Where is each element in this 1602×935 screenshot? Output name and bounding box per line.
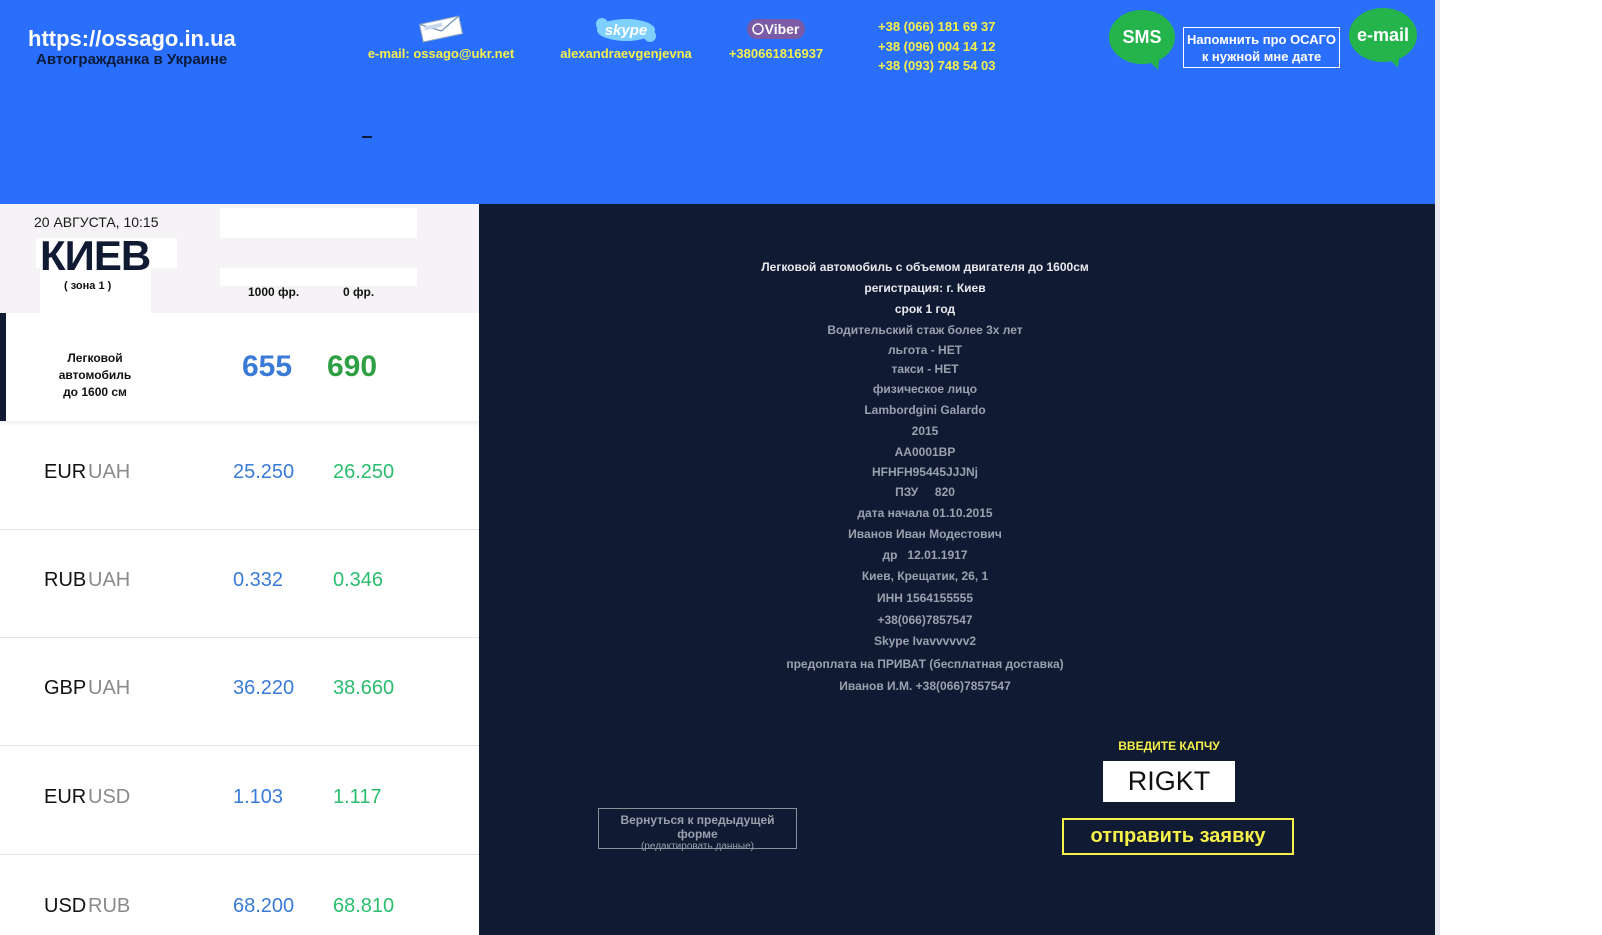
rate-buy: 0.332 [233, 569, 284, 591]
summary-line: HFHFH95445JJJNj [871, 465, 979, 479]
summary-line: регистрация: г. Киев [864, 281, 986, 295]
back-button-label: Вернуться к предыдущей форме [620, 813, 775, 841]
rate-buy: 1.103 [233, 786, 284, 808]
summary-line: физическое лицо [872, 382, 978, 396]
remind-osago-button[interactable]: Напомнить про ОСАГО к нужной мне дате [1183, 27, 1340, 68]
rate-to: UAH [88, 569, 131, 591]
rate-row: USD RUB 68.200 68.810 [0, 855, 479, 935]
phone-number[interactable]: +38 (093) 748 54 03 [878, 56, 995, 76]
header-dash [362, 136, 372, 138]
summary-line: дата начала 01.10.2015 [857, 506, 993, 520]
rate-sell: 1.117 [333, 786, 382, 808]
summary-line: льгота - НЕТ [887, 343, 963, 357]
rate-from: USD [44, 895, 87, 917]
remind-label-line1: Напомнить про ОСАГО [1187, 32, 1336, 47]
rate-buy: 36.220 [233, 677, 295, 699]
rate-sell: 68.810 [333, 895, 395, 917]
rate-to: UAH [88, 677, 131, 699]
car-label-line2: до 1600 см [63, 385, 127, 399]
skype-icon: skype [556, 12, 696, 46]
skype-contact-label: alexandraevgenjevna [560, 46, 692, 61]
city-box-patch [220, 208, 417, 238]
summary-line: Lambordgini Galardo [864, 403, 986, 417]
rate-buy: 68.200 [233, 895, 295, 917]
back-to-form-button[interactable]: Вернуться к предыдущей форме (редактиров… [598, 808, 797, 852]
captcha-image: RIGKT [1103, 761, 1235, 802]
car-label-line1: Легковой автомобиль [58, 351, 132, 382]
rate-from: GBP [44, 677, 87, 699]
viber-icon: Viber [726, 12, 826, 46]
rate-to: USD [88, 786, 131, 808]
rate-sell: 26.250 [333, 461, 395, 483]
captcha-label: ВВЕДИТЕ КАПЧУ [1118, 739, 1220, 753]
remind-label-line2: к нужной мне дате [1201, 49, 1322, 64]
rate-sell: 0.346 [333, 569, 384, 591]
car-row-accent [0, 313, 6, 421]
back-button-sublabel: (редактировать данные) [640, 841, 755, 852]
car-label: Легковой автомобиль до 1600 см [30, 350, 160, 401]
svg-text:skype: skype [605, 22, 648, 39]
envelope-icon [366, 12, 516, 46]
rate-row: EUR USD 1.103 1.117 [0, 746, 479, 855]
zone-label: ( зона 1 ) [64, 280, 112, 292]
rate-from: RUB [44, 569, 87, 591]
site-tagline: Автогражданка в Украине [36, 51, 228, 68]
skype-contact[interactable]: skype alexandraevgenjevna [556, 12, 696, 61]
rate-from: EUR [44, 461, 87, 483]
email-button[interactable]: e-mail [1349, 8, 1417, 62]
summary-line: Водительский стаж более 3х лет [827, 323, 1023, 337]
viber-contact[interactable]: Viber +380661816937 [726, 12, 826, 61]
summary-line: ИНН 1564155555 [876, 591, 974, 605]
price-0-value: 690 [327, 350, 378, 383]
summary-line: др 12.01.1917 [882, 548, 968, 562]
phone-number[interactable]: +38 (096) 004 14 12 [878, 37, 995, 57]
city-box-patch [220, 268, 417, 286]
rate-row: EUR UAH 25.250 26.250 [0, 421, 479, 530]
column-header-1000: 1000 фр. [248, 285, 300, 299]
summary-line: такси - НЕТ [891, 362, 959, 376]
summary-line: Иванов И.М. +38(066)7857547 [839, 679, 1011, 693]
summary-line: ПЗУ 820 [895, 485, 955, 499]
summary-line: предоплата на ПРИВАТ (бесплатная доставк… [786, 657, 1064, 671]
city-name: КИЕВ [40, 232, 151, 279]
viber-contact-label: +380661816937 [728, 46, 824, 61]
email-contact-label: e-mail: ossago@ukr.net [367, 46, 515, 61]
column-header-0: 0 фр. [343, 285, 375, 299]
site-url-link[interactable]: https://ossago.in.ua [28, 26, 236, 52]
phone-number[interactable]: +38 (066) 181 69 37 [878, 17, 995, 37]
summary-line: 2015 [911, 424, 939, 438]
rate-from: EUR [44, 786, 87, 808]
rate-to: UAH [88, 461, 131, 483]
rate-row: RUB UAH 0.332 0.346 [0, 529, 479, 638]
rate-sell: 38.660 [333, 677, 395, 699]
price-1000-value: 655 [242, 350, 293, 383]
submit-request-button[interactable]: отправить заявку [1062, 818, 1294, 855]
sms-button[interactable]: SMS [1109, 10, 1175, 64]
order-summary: Легковой автомобиль с объемом двигателя … [700, 257, 1150, 697]
summary-line: Иванов Иван Модестович [848, 527, 1002, 541]
summary-line: срок 1 год [894, 302, 956, 316]
summary-line: Skype Ivavvvvvv2 [873, 634, 977, 648]
rate-to: RUB [88, 895, 131, 917]
summary-line: +38(066)7857547 [877, 613, 973, 627]
price-date: 20 АВГУСТА, 10:15 [34, 214, 159, 230]
email-contact[interactable]: e-mail: ossago@ukr.net [366, 12, 516, 61]
summary-line: Легковой автомобиль с объемом двигателя … [761, 260, 1089, 274]
page-edge [1435, 0, 1440, 935]
rate-row: GBP UAH 36.220 38.660 [0, 637, 479, 746]
phone-list: +38 (066) 181 69 37 +38 (096) 004 14 12 … [878, 17, 995, 76]
rate-buy: 25.250 [233, 461, 295, 483]
summary-line: AA0001BP [894, 445, 956, 459]
svg-text:Viber: Viber [765, 21, 800, 37]
summary-line: Киев, Крещатик, 26, 1 [861, 569, 989, 583]
